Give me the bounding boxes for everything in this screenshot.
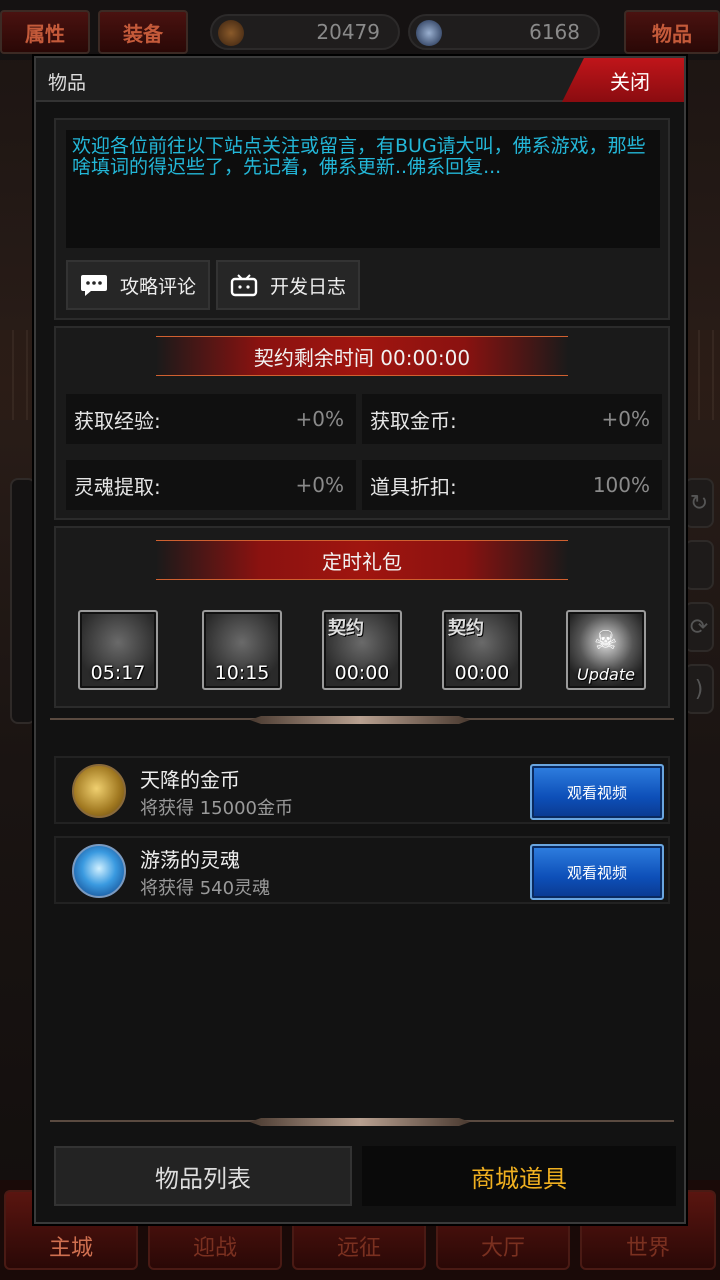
gift-chest-1[interactable]: 05:17 — [78, 610, 158, 690]
refresh-icon[interactable]: ↻ — [684, 478, 714, 528]
gift-timer: 05:17 — [90, 662, 146, 684]
gold-value: 20479 — [316, 20, 380, 44]
top-bar: 属性 装备 20479 6168 物品 — [0, 0, 720, 60]
reward-subtitle: 将获得 540灵魂 — [140, 878, 271, 899]
stat-value: +0% — [295, 473, 345, 497]
contract-banner: 契约剩余时间 00:00:00 — [156, 336, 568, 376]
right-side-buttons: ↻ ⟳ ) — [684, 478, 714, 728]
stat-soul: 灵魂提取: +0% — [66, 460, 356, 510]
gift-update[interactable]: ☠ Update — [566, 610, 646, 690]
reward-soul: 游荡的灵魂 将获得 540灵魂 观看视频 — [54, 836, 670, 904]
skull-icon — [416, 20, 442, 46]
left-side-panel — [10, 478, 36, 724]
stat-value: 100% — [592, 473, 650, 497]
stat-gold: 获取金币: +0% — [362, 394, 662, 444]
stat-exp: 获取经验: +0% — [66, 394, 356, 444]
section-divider — [50, 716, 674, 724]
stat-label: 灵魂提取: — [74, 474, 161, 499]
close-button[interactable]: 关闭 — [562, 58, 684, 102]
timed-gifts-banner: 定时礼包 — [156, 540, 568, 580]
gift-timer: 10:15 — [214, 662, 270, 684]
stat-value: +0% — [601, 407, 651, 431]
update-label: Update — [577, 665, 635, 684]
gift-contract-1[interactable]: 契约 00:00 — [322, 610, 402, 690]
star-coin-icon — [218, 20, 244, 46]
soul-value: 6168 — [529, 20, 580, 44]
speed-icon[interactable]: ⟳ — [684, 602, 714, 652]
dev-log-label: 开发日志 — [270, 275, 347, 298]
gift-timer: 00:00 — [334, 662, 390, 684]
contract-chest-icon: 契约 — [448, 618, 484, 639]
stat-label: 获取金币: — [370, 408, 457, 433]
modal-header: 物品 关闭 — [36, 58, 684, 102]
items-modal: 物品 关闭 欢迎各位前往以下站点关注或留言，有BUG请大叫，佛系游戏，那些啥填词… — [34, 56, 686, 1224]
stat-discount: 道具折扣: 100% — [362, 460, 662, 510]
stat-label: 获取经验: — [74, 408, 161, 433]
contract-panel: 契约剩余时间 00:00:00 获取经验: +0% 获取金币: +0% 灵魂提取… — [54, 326, 670, 520]
reward-title: 天降的金币 — [140, 768, 240, 792]
gold-counter: 20479 — [210, 14, 400, 50]
guide-comments-label: 攻略评论 — [120, 275, 197, 298]
notice-panel: 欢迎各位前往以下站点关注或留言，有BUG请大叫，佛系游戏，那些啥填词的得迟些了，… — [54, 118, 670, 320]
watch-video-button[interactable]: 观看视频 — [530, 764, 664, 820]
items-button[interactable]: 物品 — [624, 10, 720, 54]
contract-chest-icon: 契约 — [328, 618, 364, 639]
divider-ornament — [250, 716, 470, 724]
modal-title: 物品 — [48, 72, 87, 94]
gift-contract-2[interactable]: 契约 00:00 — [442, 610, 522, 690]
gold-coins-icon — [72, 764, 126, 818]
side-button[interactable] — [684, 540, 714, 590]
divider-ornament — [250, 1118, 470, 1126]
guide-comments-button[interactable]: 攻略评论 — [66, 260, 210, 310]
equipment-button[interactable]: 装备 — [98, 10, 188, 54]
reward-gold: 天降的金币 将获得 15000金币 观看视频 — [54, 756, 670, 824]
gift-timer: 00:00 — [454, 662, 510, 684]
section-divider — [50, 1118, 674, 1126]
reward-subtitle: 将获得 15000金币 — [140, 798, 293, 819]
skull-update-icon: ☠ — [594, 626, 618, 656]
timed-gifts-panel: 定时礼包 05:17 10:15 契约 00:00 契约 00:00 ☠ Upd… — [54, 526, 670, 708]
watch-video-button[interactable]: 观看视频 — [530, 844, 664, 900]
soul-counter: 6168 — [408, 14, 600, 50]
tv-icon — [230, 273, 258, 297]
chat-bubble-icon — [80, 273, 108, 297]
stat-value: +0% — [295, 407, 345, 431]
gift-chest-2[interactable]: 10:15 — [202, 610, 282, 690]
tab-item-list[interactable]: 物品列表 — [54, 1146, 352, 1206]
blue-soul-icon — [72, 844, 126, 898]
dev-log-button[interactable]: 开发日志 — [216, 260, 360, 310]
stat-label: 道具折扣: — [370, 474, 457, 499]
tab-shop-items[interactable]: 商城道具 — [362, 1146, 676, 1206]
sound-icon[interactable]: ) — [684, 664, 714, 714]
attributes-button[interactable]: 属性 — [0, 10, 90, 54]
notice-text: 欢迎各位前往以下站点关注或留言，有BUG请大叫，佛系游戏，那些啥填词的得迟些了，… — [66, 130, 660, 248]
reward-title: 游荡的灵魂 — [140, 848, 240, 872]
